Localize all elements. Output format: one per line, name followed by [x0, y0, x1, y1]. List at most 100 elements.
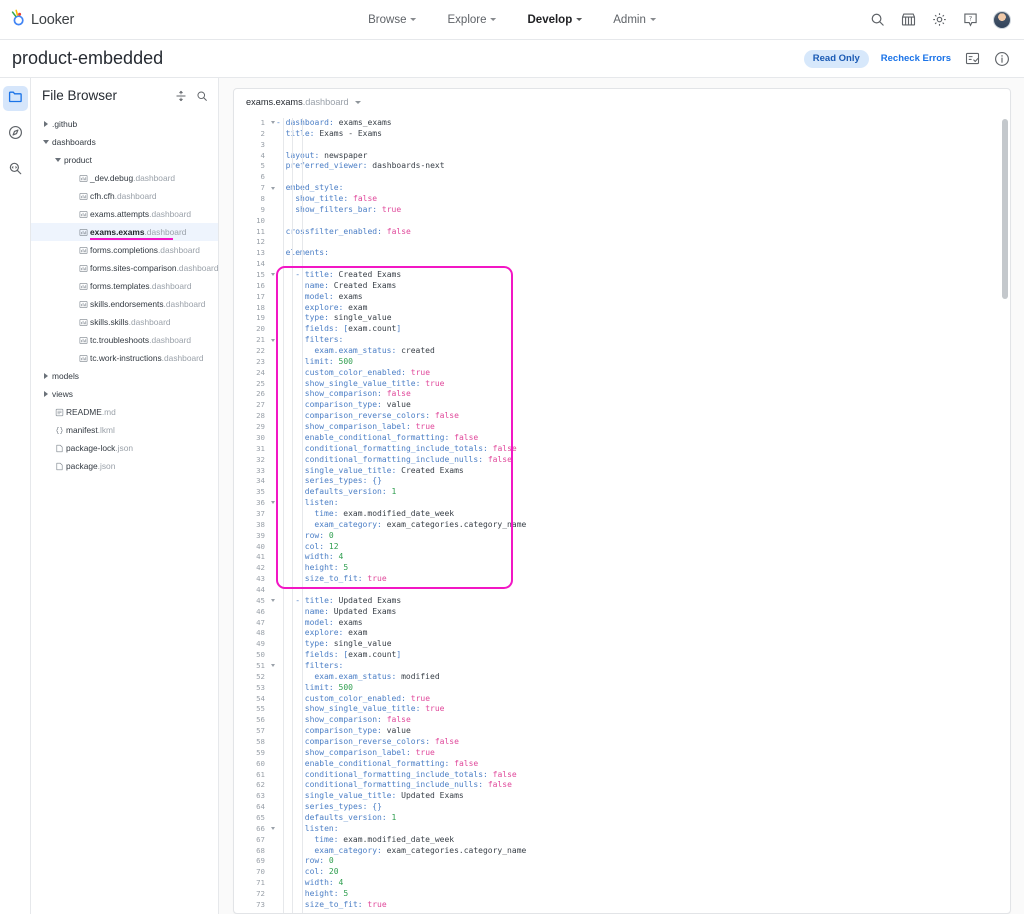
file-tree-item[interactable]: tc.troubleshoots.dashboard	[31, 331, 218, 349]
code-line: enable_conditional_formatting: false	[268, 759, 1010, 770]
file-tree-item[interactable]: skills.skills.dashboard	[31, 313, 218, 331]
file-tree-item-label: skills.skills.dashboard	[90, 317, 171, 327]
read-only-badge[interactable]: Read Only	[803, 49, 869, 68]
line-number: 52	[256, 671, 265, 681]
line-number: 16	[256, 280, 265, 290]
code-token: height:	[304, 563, 339, 573]
file-tree-item[interactable]: package.json	[31, 457, 218, 475]
code-token: false	[492, 769, 517, 779]
code-token: title:	[285, 128, 315, 138]
code-token: -	[295, 270, 305, 280]
file-tree-item[interactable]: forms.sites-comparison.dashboard	[31, 259, 218, 277]
file-tree-item[interactable]: dashboards	[31, 133, 218, 151]
code-line: time: exam.modified_date_week	[268, 509, 1010, 520]
code-token: true	[367, 899, 387, 909]
info-icon[interactable]	[993, 50, 1011, 68]
search-icon[interactable]	[869, 11, 886, 28]
chevron-right-icon[interactable]	[39, 373, 52, 379]
line-number: 4	[260, 150, 265, 160]
line-number: 38	[256, 519, 265, 529]
nav-explore[interactable]: Explore	[448, 14, 497, 26]
file-tree-item[interactable]: README.md	[31, 403, 218, 421]
line-number: 57	[256, 726, 265, 736]
code-token: show_filters_bar:	[295, 204, 378, 214]
file-tree-item[interactable]: product	[31, 151, 218, 169]
marketplace-icon[interactable]	[900, 11, 917, 28]
file-tree-item[interactable]: manifest.lkml	[31, 421, 218, 439]
code-line: exam_category: exam_categories.category_…	[268, 520, 1010, 531]
avatar[interactable]	[993, 10, 1011, 29]
line-number: 47	[256, 617, 265, 627]
editor-scrollbar[interactable]	[1002, 119, 1008, 299]
search-icon[interactable]	[196, 90, 208, 102]
looker-logo[interactable]: Looker	[0, 9, 74, 31]
code-token: filters:	[304, 660, 344, 670]
file-tree-item-label: .github	[52, 119, 78, 129]
file-tree-item[interactable]: forms.templates.dashboard	[31, 277, 218, 295]
tab-exams-exams-dashboard[interactable]: exams.exams.dashboard	[246, 97, 361, 107]
file-tree-item[interactable]: tc.work-instructions.dashboard	[31, 349, 218, 367]
rail-file-browser-button[interactable]	[2, 86, 28, 111]
file-tree-item-label: exams.exams.dashboard	[90, 227, 187, 237]
ide-icon-rail	[0, 78, 31, 914]
code-token: height:	[304, 889, 339, 899]
file-tree-item[interactable]: exams.exams.dashboard	[31, 223, 218, 241]
code-token: {}	[372, 476, 382, 486]
line-number: 40	[256, 541, 265, 551]
recheck-errors-link[interactable]: Recheck Errors	[881, 53, 951, 64]
file-tree-item[interactable]: forms.completions.dashboard	[31, 241, 218, 259]
file-tree-item[interactable]: cfh.cfh.dashboard	[31, 187, 218, 205]
rail-search-files-button[interactable]	[3, 158, 28, 183]
gear-icon[interactable]	[931, 11, 948, 28]
global-nav-actions: ?	[869, 10, 1024, 29]
nav-browse[interactable]: Browse	[368, 14, 417, 26]
file-tree-item[interactable]: exams.attempts.dashboard	[31, 205, 218, 223]
code-token: col:	[304, 867, 325, 877]
code-token: exam_categories.category_name	[381, 519, 527, 529]
code-token: listen:	[304, 498, 339, 508]
file-tree-item[interactable]: _dev.debug.dashboard	[31, 169, 218, 187]
code-editor[interactable]: 1 2 3 4 5 6 7 8 9 10 11 12 13 14 15 16 17 18 19 20 21 22 23 24 2…	[234, 115, 1010, 913]
code-line: embed_style:	[268, 183, 1010, 194]
code-content[interactable]: - dashboard: exams_exams title: Exams - E…	[268, 115, 1010, 913]
chevron-down-icon[interactable]	[39, 140, 52, 144]
code-line: - title: Created Exams	[268, 270, 1010, 281]
validate-checklist-icon[interactable]	[963, 50, 981, 68]
code-token: 0	[328, 530, 334, 540]
file-tree-item[interactable]: package-lock.json	[31, 439, 218, 457]
chevron-right-icon[interactable]	[39, 391, 52, 397]
nav-develop[interactable]: Develop	[528, 14, 583, 26]
code-line: title: Exams - Exams	[268, 129, 1010, 140]
rail-object-browser-button[interactable]	[3, 122, 28, 147]
nav-admin[interactable]: Admin	[613, 14, 656, 26]
file-tree-item-label: dashboards	[52, 137, 96, 147]
code-line: col: 20	[268, 867, 1010, 878]
code-token: time:	[314, 508, 339, 518]
chevron-right-icon[interactable]	[39, 121, 52, 127]
code-token: 1	[391, 813, 397, 822]
file-tree-item-label: views	[52, 389, 73, 399]
compass-icon	[8, 125, 23, 145]
editor-tab-bar: exams.exams.dashboard	[234, 89, 1010, 115]
help-icon[interactable]: ?	[962, 11, 979, 28]
file-tree-item[interactable]: views	[31, 385, 218, 403]
file-tree-item[interactable]: models	[31, 367, 218, 385]
indent-guide	[301, 118, 303, 913]
code-token: false	[353, 194, 378, 204]
code-token: Created Exams	[396, 465, 464, 475]
chevron-down-icon[interactable]	[51, 158, 64, 162]
code-token: width:	[304, 878, 334, 888]
collapse-all-icon[interactable]	[175, 90, 187, 102]
code-token: conditional_formatting_include_nulls:	[304, 454, 484, 464]
chevron-down-icon[interactable]	[354, 100, 361, 104]
line-number: 49	[256, 639, 265, 649]
code-token: -	[276, 118, 286, 127]
file-tree-item-label: product	[64, 155, 92, 165]
line-number: 18	[256, 302, 265, 312]
file-tree-item[interactable]: .github	[31, 115, 218, 133]
code-line: fields: [exam.count]	[268, 650, 1010, 661]
code-line: model: exams	[268, 618, 1010, 629]
code-token: exam	[343, 628, 368, 638]
file-tree-item[interactable]: skills.endorsements.dashboard	[31, 295, 218, 313]
